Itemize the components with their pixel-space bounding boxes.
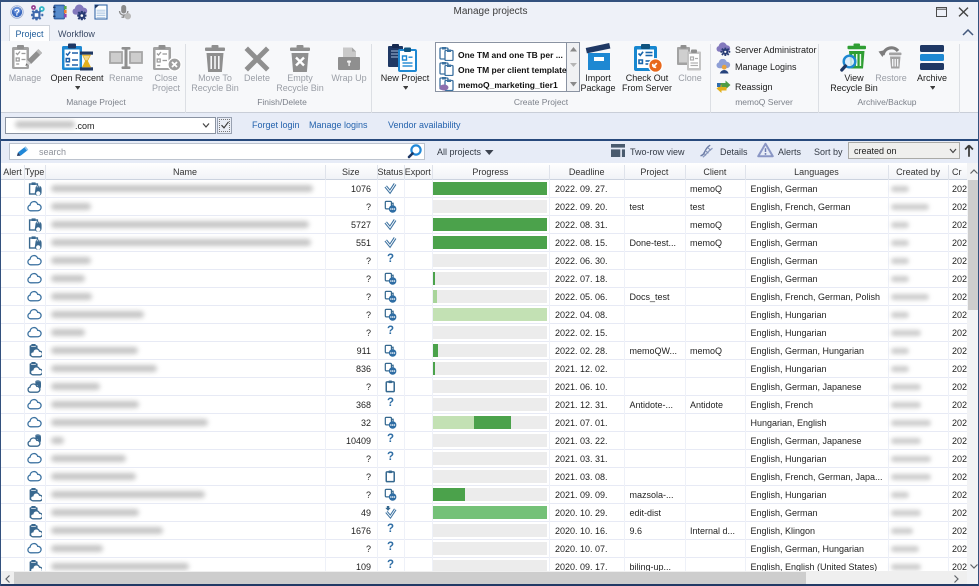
- svg-text:?: ?: [14, 7, 20, 18]
